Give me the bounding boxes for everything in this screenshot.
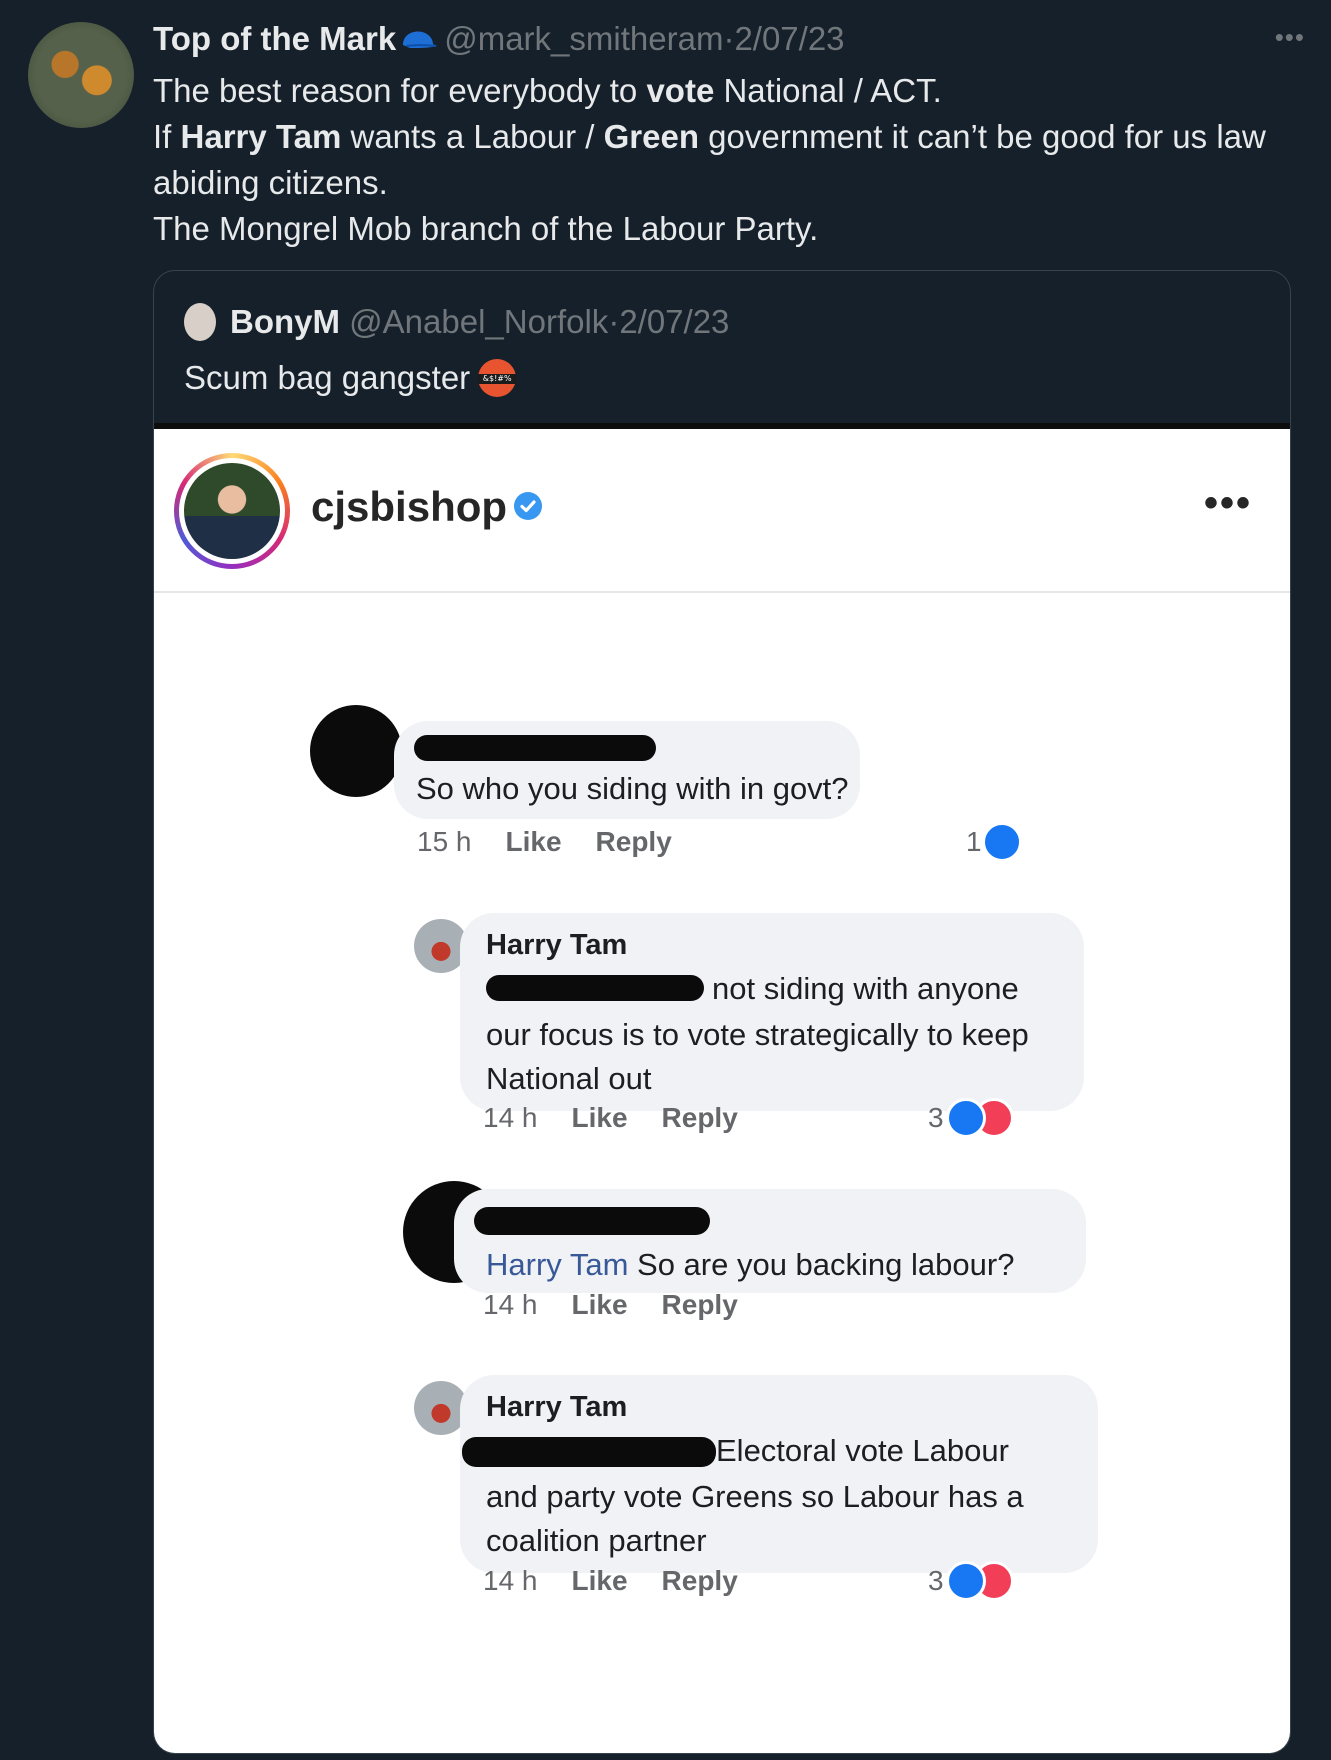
author-handle[interactable]: @mark_smitheram <box>444 20 723 57</box>
tweet-body: The best reason for everybody to vote Na… <box>153 68 1283 252</box>
tweet-line-2: If Harry Tam wants a Labour / Green gove… <box>153 114 1283 206</box>
instagram-username: cjsbishop <box>311 483 543 531</box>
text-span: The Mongrel Mob branch of the Labour Par… <box>153 210 819 247</box>
verified-badge-icon <box>514 492 543 520</box>
quote-text: Scum bag gangster <box>184 359 471 396</box>
reaction-count: 3 <box>928 1102 944 1133</box>
like-reaction-icon <box>946 1098 986 1138</box>
author-name[interactable]: Top of the Mark <box>153 20 396 57</box>
text-span: wants a Labour / <box>341 118 604 155</box>
like-reaction-icon <box>982 822 1022 862</box>
redacted-name <box>474 1207 710 1235</box>
commenter-name[interactable]: Harry Tam <box>486 929 627 962</box>
reaction-count: 1 <box>966 826 982 857</box>
comment-bubble: Harry Tam So are you backing labour? <box>454 1189 1086 1293</box>
comment-text: So who you siding with in govt? <box>416 771 849 806</box>
emoji-symbols: &$!#% <box>478 374 517 384</box>
comment-text-line1: not siding with anyone <box>712 971 1019 1006</box>
like-link[interactable]: Like <box>572 1565 628 1596</box>
comment-text-span: So are you backing labour? <box>628 1247 1015 1282</box>
comment-text: our focus is to vote strategically to ke… <box>486 1017 1029 1096</box>
bold-span: vote <box>646 72 715 109</box>
cap-icon <box>403 31 438 48</box>
text-span: The best reason for everybody to <box>153 72 647 109</box>
commenter-name[interactable]: Harry Tam <box>486 1391 627 1424</box>
quote-header: BonyM @Anabel_Norfolk·2/07/23 <box>184 303 729 341</box>
separator: · <box>608 303 620 340</box>
comment-meta: 14 h Like Reply <box>483 1102 738 1134</box>
reply-link[interactable]: Reply <box>662 1102 738 1133</box>
text-span: National / ACT. <box>714 72 942 109</box>
comment-time: 14 h <box>483 1289 538 1320</box>
tweet-header: Top of the Mark @mark_smitheram·2/07/23 <box>153 20 845 58</box>
author-avatar[interactable] <box>28 22 134 128</box>
instagram-avatar <box>174 453 290 569</box>
quote-date: 2/07/23 <box>619 303 730 340</box>
username-text: cjsbishop <box>311 483 508 530</box>
comment-time: 15 h <box>417 826 472 857</box>
tweet-date[interactable]: 2/07/23 <box>734 20 844 57</box>
angry-emoji-icon: &$!#% <box>478 359 517 397</box>
comment-bubble: So who you siding with in govt? <box>394 721 860 819</box>
comment-meta: 14 h Like Reply <box>483 1289 738 1321</box>
like-reaction-icon <box>946 1561 986 1601</box>
redacted-avatar <box>310 705 402 797</box>
comment-bubble: Harry Tam Electoral vote Labour and part… <box>460 1375 1098 1573</box>
redacted-name <box>486 975 704 1001</box>
comment-meta: 15 h Like Reply <box>417 826 672 858</box>
bold-span: Green <box>603 118 700 155</box>
redacted-name <box>462 1437 716 1467</box>
reaction-count: 3 <box>928 1565 944 1596</box>
like-link[interactable]: Like <box>506 826 562 857</box>
separator: · <box>723 20 735 57</box>
reply-link[interactable]: Reply <box>596 826 672 857</box>
text-span: If <box>153 118 181 155</box>
mention-link[interactable]: Harry Tam <box>486 1247 628 1282</box>
reply-link[interactable]: Reply <box>662 1289 738 1320</box>
quote-avatar[interactable] <box>184 303 216 341</box>
quoted-tweet[interactable]: BonyM @Anabel_Norfolk·2/07/23 Scum bag g… <box>153 270 1291 1754</box>
comment-text: and party vote Greens so Labour has a co… <box>486 1479 1024 1558</box>
comment-bubble: Harry Tam not siding with anyone our foc… <box>460 913 1084 1111</box>
instagram-header: cjsbishop ••• <box>154 429 1290 593</box>
quote-body: Scum bag gangster &$!#% <box>184 359 517 397</box>
more-icon: ••• <box>1203 481 1252 525</box>
tweet-line-3: The Mongrel Mob branch of the Labour Par… <box>153 206 1283 252</box>
quote-author-name[interactable]: BonyM <box>230 303 340 340</box>
more-icon[interactable]: ••• <box>1275 22 1305 53</box>
comment-time: 14 h <box>483 1565 538 1596</box>
tweet-line-1: The best reason for everybody to vote Na… <box>153 68 1283 114</box>
like-link[interactable]: Like <box>572 1289 628 1320</box>
like-link[interactable]: Like <box>572 1102 628 1133</box>
comment-text-line1: Electoral vote Labour <box>716 1433 1009 1468</box>
redacted-name <box>414 735 656 761</box>
quote-author-handle[interactable]: @Anabel_Norfolk <box>349 303 608 340</box>
bold-span: Harry Tam <box>180 118 342 155</box>
comment-meta: 14 h Like Reply <box>483 1565 738 1597</box>
attached-image[interactable]: cjsbishop ••• So who you siding with in … <box>154 423 1290 1753</box>
comment-text: Harry Tam So are you backing labour? <box>486 1247 1014 1283</box>
reply-link[interactable]: Reply <box>662 1565 738 1596</box>
comment-time: 14 h <box>483 1102 538 1133</box>
